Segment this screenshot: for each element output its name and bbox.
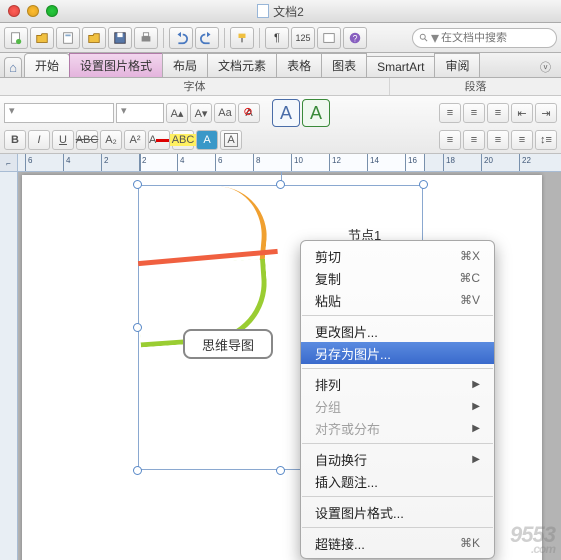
tab-layout[interactable]: 布局 (162, 53, 208, 77)
tab-review[interactable]: 审阅 (434, 53, 480, 77)
ribbon-group-labels: 字体 段落 (0, 78, 561, 96)
indent-dec-button[interactable]: ⇤ (511, 103, 533, 123)
vertical-ruler[interactable] (0, 172, 18, 560)
numbering-button[interactable]: ≡ (463, 103, 485, 123)
tab-elements[interactable]: 文档元素 (207, 53, 277, 77)
menu-group: 分组▶ (301, 395, 494, 417)
ribbon-tabs: ⌂ 开始 设置图片格式 布局 文档元素 表格 图表 SmartArt 审阅 ⓥ (0, 53, 561, 78)
line-spacing-button[interactable]: ↕≡ (535, 130, 557, 150)
template-button[interactable] (56, 27, 80, 49)
tab-chart[interactable]: 图表 (321, 53, 367, 77)
superscript-button[interactable]: A² (124, 130, 146, 150)
search-icon (419, 32, 429, 44)
print-button[interactable] (134, 27, 158, 49)
tab-smartart[interactable]: SmartArt (366, 56, 435, 77)
font-size-select[interactable]: ▾ (116, 103, 164, 123)
group-paragraph-label: 段落 (390, 78, 561, 95)
align-left-button[interactable]: ≡ (439, 130, 461, 150)
redo-button[interactable] (195, 27, 219, 49)
grow-font-button[interactable]: A▴ (166, 103, 188, 123)
menu-align: 对齐或分布▶ (301, 417, 494, 439)
mindmap-center-node: 思维导图 (183, 329, 273, 359)
style-box-2[interactable]: A (302, 99, 330, 127)
font-family-select[interactable]: ▾ (4, 103, 114, 123)
change-case-button[interactable]: Aa (214, 103, 236, 123)
title-text: 文档2 (273, 3, 304, 20)
save-button[interactable] (108, 27, 132, 49)
subscript-button[interactable]: A₂ (100, 130, 122, 150)
clear-format-button[interactable]: A⊘ (238, 103, 260, 123)
main-toolbar: ¶ 125 ? ▾ (0, 23, 561, 53)
tab-home-icon[interactable]: ⌂ (4, 57, 22, 77)
bullets-button[interactable]: ≡ (439, 103, 461, 123)
open-recent-button[interactable] (82, 27, 106, 49)
italic-button[interactable]: I (28, 130, 50, 150)
search-box[interactable]: ▾ (412, 28, 557, 48)
align-center-button[interactable]: ≡ (463, 130, 485, 150)
tab-selector[interactable]: ⌐ (0, 154, 18, 172)
ribbon-collapse[interactable]: ⓥ (536, 57, 555, 77)
menu-wrap-text[interactable]: 自动换行▶ (301, 448, 494, 470)
underline-button[interactable]: U (52, 130, 74, 150)
watermark: 9553.com (510, 522, 555, 556)
tab-home[interactable]: 开始 (24, 53, 70, 77)
menu-arrange[interactable]: 排列▶ (301, 373, 494, 395)
document-icon (257, 4, 269, 18)
menu-change-picture[interactable]: 更改图片... (301, 320, 494, 342)
new-doc-button[interactable] (4, 27, 28, 49)
context-menu: 剪切⌘X 复制⌘C 粘贴⌘V 更改图片... 另存为图片... 排列▶ 分组▶ … (300, 240, 495, 559)
menu-save-as-picture[interactable]: 另存为图片... (301, 342, 494, 364)
tab-table[interactable]: 表格 (276, 53, 322, 77)
menu-insert-caption[interactable]: 插入题注... (301, 470, 494, 492)
group-font-label: 字体 (0, 78, 390, 95)
style-box-1[interactable]: A (272, 99, 300, 127)
tab-picture-format[interactable]: 设置图片格式 (69, 53, 163, 77)
menu-copy[interactable]: 复制⌘C (301, 267, 494, 289)
open-button[interactable] (30, 27, 54, 49)
view-button[interactable] (317, 27, 341, 49)
svg-text:?: ? (353, 33, 358, 43)
menu-hyperlink[interactable]: 超链接...⌘K (301, 532, 494, 554)
text-box-button[interactable]: A (220, 130, 242, 150)
show-formatting-button[interactable]: ¶ (265, 27, 289, 49)
title-bar: 文档2 (0, 0, 561, 23)
highlight-button[interactable]: ABC (172, 130, 194, 150)
menu-cut[interactable]: 剪切⌘X (301, 245, 494, 267)
window-title: 文档2 (0, 3, 561, 20)
format-toolbar: ▾ ▾ A▴ A▾ Aa A⊘ A A ≡ ≡ ≡ ⇤ ⇥ B I U ABC … (0, 96, 561, 154)
justify-button[interactable]: ≡ (511, 130, 533, 150)
search-input[interactable] (441, 32, 550, 44)
strikethrough-button[interactable]: ABC (76, 130, 98, 150)
horizontal-ruler[interactable]: ⌐ 642246810121416182022 (0, 154, 561, 172)
font-color-button[interactable]: A (148, 130, 170, 150)
undo-button[interactable] (169, 27, 193, 49)
menu-paste[interactable]: 粘贴⌘V (301, 289, 494, 311)
shrink-font-button[interactable]: A▾ (190, 103, 212, 123)
mindmap-branch-1 (135, 179, 271, 260)
bold-button[interactable]: B (4, 130, 26, 150)
zoom-button[interactable]: 125 (291, 27, 315, 49)
multilevel-button[interactable]: ≡ (487, 103, 509, 123)
text-effect-button[interactable]: A (196, 130, 218, 150)
help-button[interactable]: ? (343, 27, 367, 49)
indent-inc-button[interactable]: ⇥ (535, 103, 557, 123)
align-right-button[interactable]: ≡ (487, 130, 509, 150)
format-painter-button[interactable] (230, 27, 254, 49)
menu-format-picture[interactable]: 设置图片格式... (301, 501, 494, 523)
